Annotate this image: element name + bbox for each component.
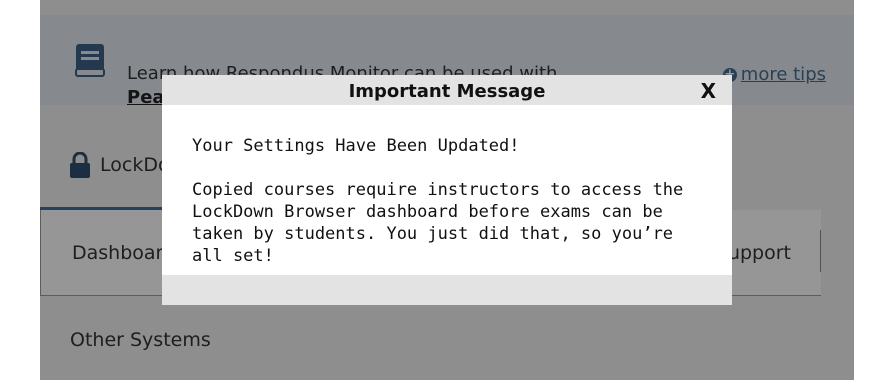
- dialog-body: Your Settings Have Been Updated! Copied …: [192, 135, 712, 289]
- page-margin-left: [0, 0, 40, 380]
- dialog-message-detail: Copied courses require instructors to ac…: [192, 180, 684, 266]
- important-message-dialog: Important Message X Your Settings Have B…: [162, 75, 732, 305]
- close-button[interactable]: X: [701, 79, 716, 103]
- dialog-title: Important Message: [348, 81, 546, 102]
- dialog-footer: [162, 275, 732, 305]
- dialog-header: Important Message X: [162, 75, 732, 105]
- page-margin-right: [854, 0, 894, 380]
- dialog-message-headline: Your Settings Have Been Updated!: [192, 136, 520, 156]
